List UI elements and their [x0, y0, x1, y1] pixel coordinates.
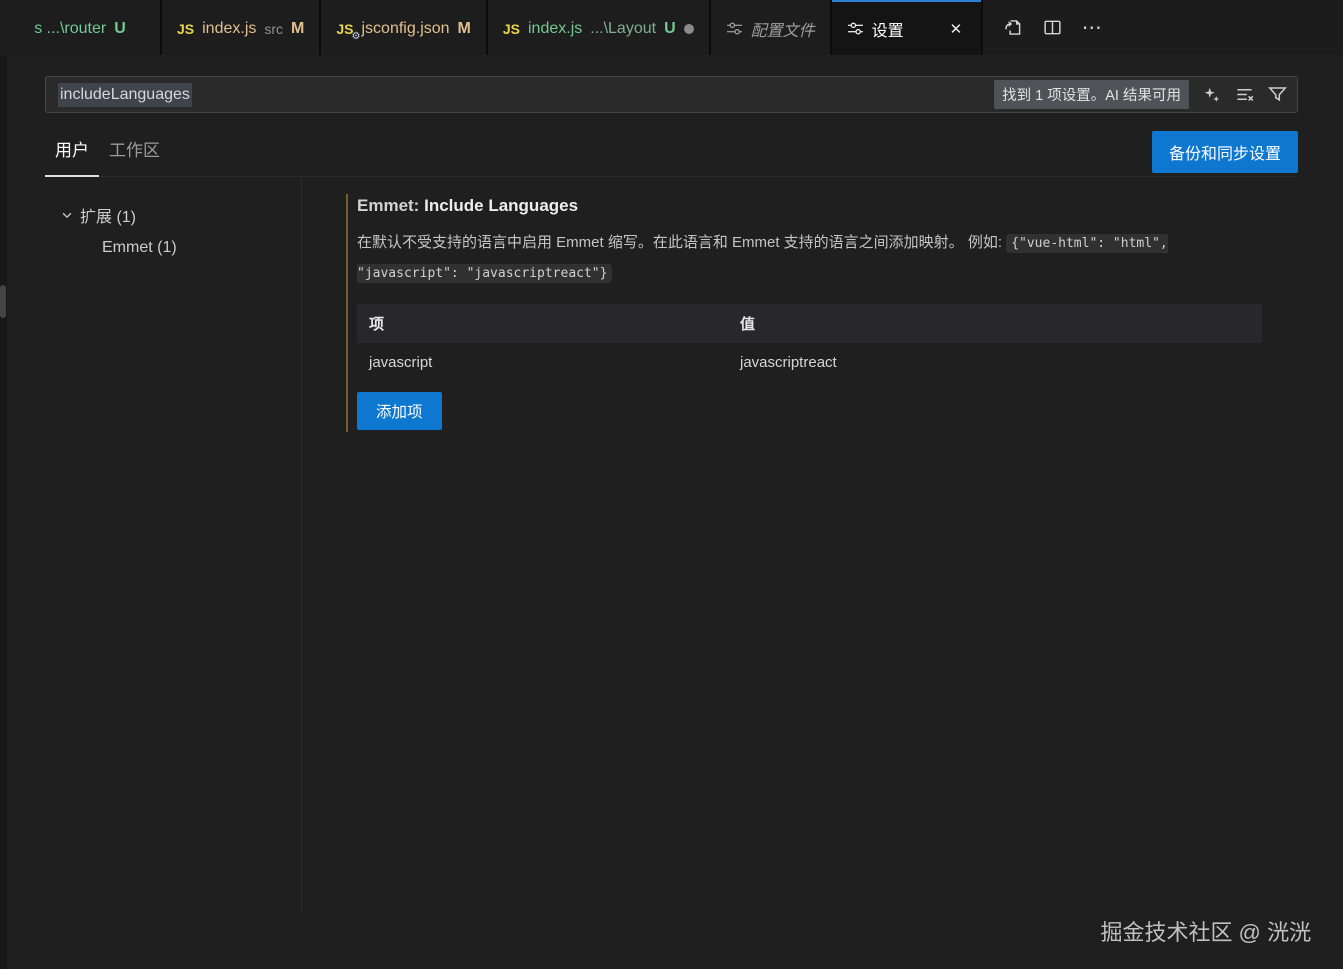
search-result-count-badge: 找到 1 项设置。AI 结果可用: [994, 80, 1189, 109]
tab-label: 设置: [871, 22, 904, 40]
toc-item-extensions[interactable]: 扩展 (1): [0, 197, 301, 233]
setting-category: Emmet:: [357, 196, 420, 215]
editor-tab-bar: s ...\router U JS index.js src M JS ⚙ jsc…: [0, 0, 1343, 55]
setting-emmet-include-languages: Emmet: Include Languages 在默认不受支持的语言中启用 E…: [346, 194, 1298, 432]
column-header-key: 项: [357, 304, 728, 343]
tab-label: index.js: [528, 19, 583, 37]
ai-sparkle-icon[interactable]: [1203, 86, 1221, 104]
add-item-button[interactable]: 添加项: [357, 392, 442, 430]
tab-router-index[interactable]: s ...\router U: [0, 0, 160, 55]
gear-overlay-icon: ⚙: [351, 30, 361, 42]
table-header-row: 项 值: [357, 304, 1262, 343]
git-status-badge: M: [291, 19, 305, 37]
settings-scope-row: 用户 工作区 备份和同步设置: [45, 127, 1298, 177]
toc-item-label: Emmet (1): [102, 239, 177, 256]
toc-item-label: 扩展 (1): [80, 209, 137, 226]
tab-description: ...\Layout: [590, 19, 657, 37]
close-tab-icon[interactable]: ✕: [946, 18, 967, 40]
tab-label: jsconfig.json: [361, 19, 450, 37]
left-edge-strip: [0, 55, 7, 969]
settings-search-input[interactable]: includeLanguages 找到 1 项设置。AI 结果可用: [45, 76, 1298, 113]
scope-tab-workspace[interactable]: 工作区: [99, 126, 170, 177]
search-query-text: includeLanguages: [58, 82, 192, 107]
toc-item-emmet[interactable]: Emmet (1): [0, 233, 301, 263]
settings-search-row: includeLanguages 找到 1 项设置。AI 结果可用: [45, 76, 1298, 113]
filter-icon[interactable]: [1268, 85, 1287, 104]
tab-jsconfig-json[interactable]: JS ⚙ jsconfig.json M: [321, 0, 486, 55]
jsconfig-file-icon: JS ⚙: [336, 20, 361, 42]
column-header-value: 值: [728, 304, 1262, 343]
table-cell-value: javascriptreact: [740, 354, 837, 371]
more-actions-icon[interactable]: ⋯: [1077, 13, 1107, 43]
tab-label: index.js: [202, 19, 257, 37]
git-status-badge: U: [114, 19, 126, 37]
tab-label: 配置文件: [750, 22, 815, 40]
unsaved-changes-dot: [683, 23, 694, 34]
include-languages-table: 项 值 javascript javascriptreact: [357, 304, 1262, 382]
setting-name: Include Languages: [424, 196, 579, 215]
settings-main-panel: Emmet: Include Languages 在默认不受支持的语言中启用 E…: [302, 177, 1343, 912]
settings-toc: 扩展 (1) Emmet (1): [0, 177, 302, 912]
table-row[interactable]: javascript javascriptreact: [357, 343, 1262, 382]
js-file-icon: JS: [177, 20, 195, 37]
settings-sliders-icon: [847, 20, 864, 37]
split-editor-icon[interactable]: [1037, 13, 1067, 43]
tab-index-js-layout[interactable]: JS index.js ...\Layout U: [487, 0, 709, 55]
tab-settings[interactable]: 设置 ✕: [831, 0, 982, 55]
scrollbar-handle[interactable]: [0, 285, 6, 318]
git-status-badge: M: [457, 19, 471, 37]
tab-description: src: [264, 20, 284, 37]
watermark-text: 掘金技术社区 @ 洸洸: [1100, 920, 1311, 945]
tab-profiles[interactable]: 配置文件: [710, 0, 830, 55]
scope-tab-user[interactable]: 用户: [45, 126, 99, 177]
settings-body: 扩展 (1) Emmet (1) Emmet: Include Language…: [0, 177, 1343, 912]
chevron-down-icon: [60, 208, 74, 222]
setting-description: 在默认不受支持的语言中启用 Emmet 缩写。在此语言和 Emmet 支持的语言…: [357, 228, 1267, 288]
open-settings-json-icon[interactable]: [997, 13, 1027, 43]
backup-sync-settings-button[interactable]: 备份和同步设置: [1151, 130, 1298, 173]
editor-actions: ⋯: [983, 0, 1343, 55]
vscode-window: s ...\router U JS index.js src M JS ⚙ jsc…: [0, 0, 1343, 969]
js-file-icon: JS: [502, 20, 520, 37]
tab-label: s ...\router: [34, 19, 107, 37]
setting-description-text: 在默认不受支持的语言中启用 Emmet 缩写。在此语言和 Emmet 支持的语言…: [357, 234, 1007, 251]
setting-title: Emmet: Include Languages: [357, 196, 1298, 216]
settings-sliders-icon: [726, 20, 743, 37]
tab-index-js-src[interactable]: JS index.js src M: [162, 0, 320, 55]
clear-search-results-icon[interactable]: [1235, 85, 1254, 104]
git-status-badge: U: [664, 19, 676, 37]
table-cell-key: javascript: [369, 354, 433, 371]
